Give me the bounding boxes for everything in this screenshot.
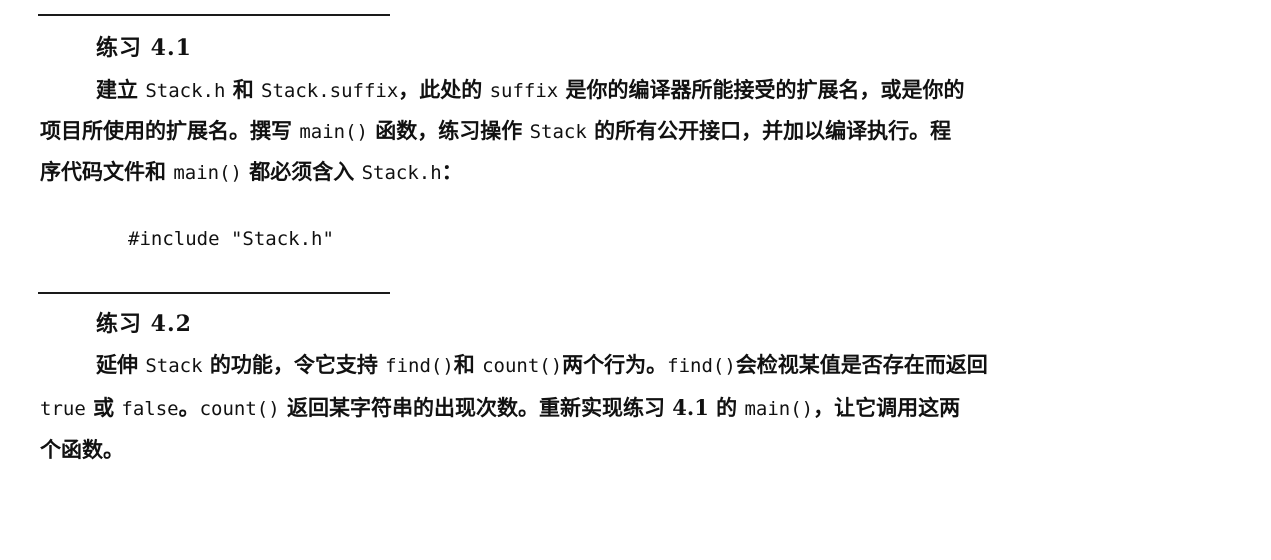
inline-code: suffix [489,80,559,102]
exercise-4-1-paragraph-line-2: 项目所使用的扩展名。撰写 main() 函数，练习操作 Stack 的所有公开接… [40,117,951,146]
inline-code: true [40,398,86,420]
text-run: 个函数。 [40,437,124,462]
exercise-4-2-title: 练习 4.2 [96,311,192,337]
section-divider-1 [38,14,390,16]
text-run: 建立 [96,77,146,102]
inline-code: Stack.h [361,162,442,184]
exercise-4-2-paragraph-line-3: 个函数。 [40,436,124,464]
text-run: 都必须含入 [241,159,362,184]
text-run: 的所有公开接口，并加以编译执行。程 [586,118,952,143]
inline-code: Stack [145,355,203,377]
text-run: 延伸 [96,352,146,377]
text-run: 序代码文件和 [40,159,174,184]
text-run: 项目所使用的扩展名。撰写 [40,118,300,143]
text-run: ： [441,159,463,184]
exercise-4-2-paragraph-line-2: true 或 false。count() 返回某字符串的出现次数。重新实现练习 … [40,394,960,423]
text-run: ，让它调用这两 [813,395,961,420]
inline-code: main() [299,121,368,143]
text-run: 和 [225,77,262,102]
text-run: 。 [178,395,200,420]
text-run: 返回某字符串的出现次数。重新实现练习 4.1 的 [279,395,745,420]
text-run: 或 [85,395,122,420]
inline-code: count() [482,355,563,377]
inline-code: main() [173,162,242,184]
section-divider-2 [38,292,390,294]
exercise-4-1-paragraph-line-1: 建立 Stack.h 和 Stack.suffix，此处的 suffix 是你的… [96,76,965,105]
inline-code: count() [199,398,280,420]
exercise-4-1-title: 练习 4.1 [96,35,192,61]
text-run: 两个行为。 [562,352,668,377]
inline-code: Stack.h [145,80,226,102]
inline-code: Stack.suffix [261,80,399,102]
text-run: 会检视某值是否存在而返回 [735,352,988,377]
include-code-block: #include "Stack.h" [128,228,334,250]
text-run: ，此处的 [398,77,490,102]
inline-code: find() [667,355,736,377]
text-run: 的功能，令它支持 [202,352,386,377]
inline-code: false [121,398,179,420]
text-run: 和 [453,352,483,377]
inline-code: find() [385,355,454,377]
exercise-4-1-paragraph-line-3: 序代码文件和 main() 都必须含入 Stack.h： [40,158,463,187]
text-run: 是你的编译器所能接受的扩展名，或是你的 [558,77,965,102]
exercise-4-2-paragraph-line-1: 延伸 Stack 的功能，令它支持 find()和 count()两个行为。fi… [96,351,988,380]
inline-code: Stack [529,121,587,143]
inline-code: main() [744,398,814,420]
text-run: 函数，练习操作 [367,118,530,143]
